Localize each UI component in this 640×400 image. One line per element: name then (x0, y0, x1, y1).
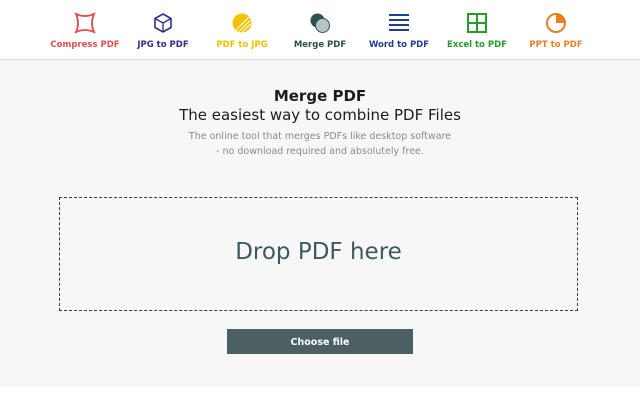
tool-pdf-to-jpg[interactable]: PDF to JPG (202, 0, 282, 59)
tool-ppt-to-pdf[interactable]: PPT to PDF (516, 0, 596, 59)
tool-label: PPT to PDF (529, 40, 583, 50)
tool-label: PDF to JPG (216, 40, 268, 50)
merge-circles-icon (310, 13, 330, 33)
main-content: Merge PDF The easiest way to combine PDF… (0, 60, 640, 387)
page-title: Merge PDF (273, 87, 367, 105)
tool-label: Word to PDF (368, 40, 430, 50)
tool-word-to-pdf[interactable]: Word to PDF (359, 0, 439, 59)
choose-file-button[interactable]: Choose file (227, 329, 413, 354)
tools-navbar: Compress PDF JPG to PDF PDF to JPG Merge… (0, 0, 640, 60)
page-description-line-2: - no download required and absolutely fr… (216, 146, 424, 157)
lines-icon (389, 14, 409, 31)
page-subtitle: The easiest way to combine PDF Files (179, 106, 461, 124)
cube-icon (154, 13, 172, 33)
dropzone-text: Drop PDF here (235, 239, 402, 265)
grid-icon (467, 13, 487, 33)
tool-label: Merge PDF (293, 40, 347, 50)
footer-strip (0, 387, 640, 400)
sun-icon (232, 13, 252, 33)
tool-label: Excel to PDF (447, 40, 507, 50)
tool-merge-pdf[interactable]: Merge PDF (280, 0, 360, 59)
pie-icon (546, 13, 566, 33)
tool-compress-pdf[interactable]: Compress PDF (45, 0, 125, 59)
compress-icon (74, 12, 96, 34)
tool-jpg-to-pdf[interactable]: JPG to PDF (123, 0, 203, 59)
tool-label: Compress PDF (50, 40, 120, 50)
pdf-dropzone[interactable]: Drop PDF here (59, 197, 578, 311)
page-description-line-1: The online tool that merges PDFs like de… (188, 131, 452, 142)
tool-excel-to-pdf[interactable]: Excel to PDF (437, 0, 517, 59)
tool-label: JPG to PDF (137, 40, 189, 50)
